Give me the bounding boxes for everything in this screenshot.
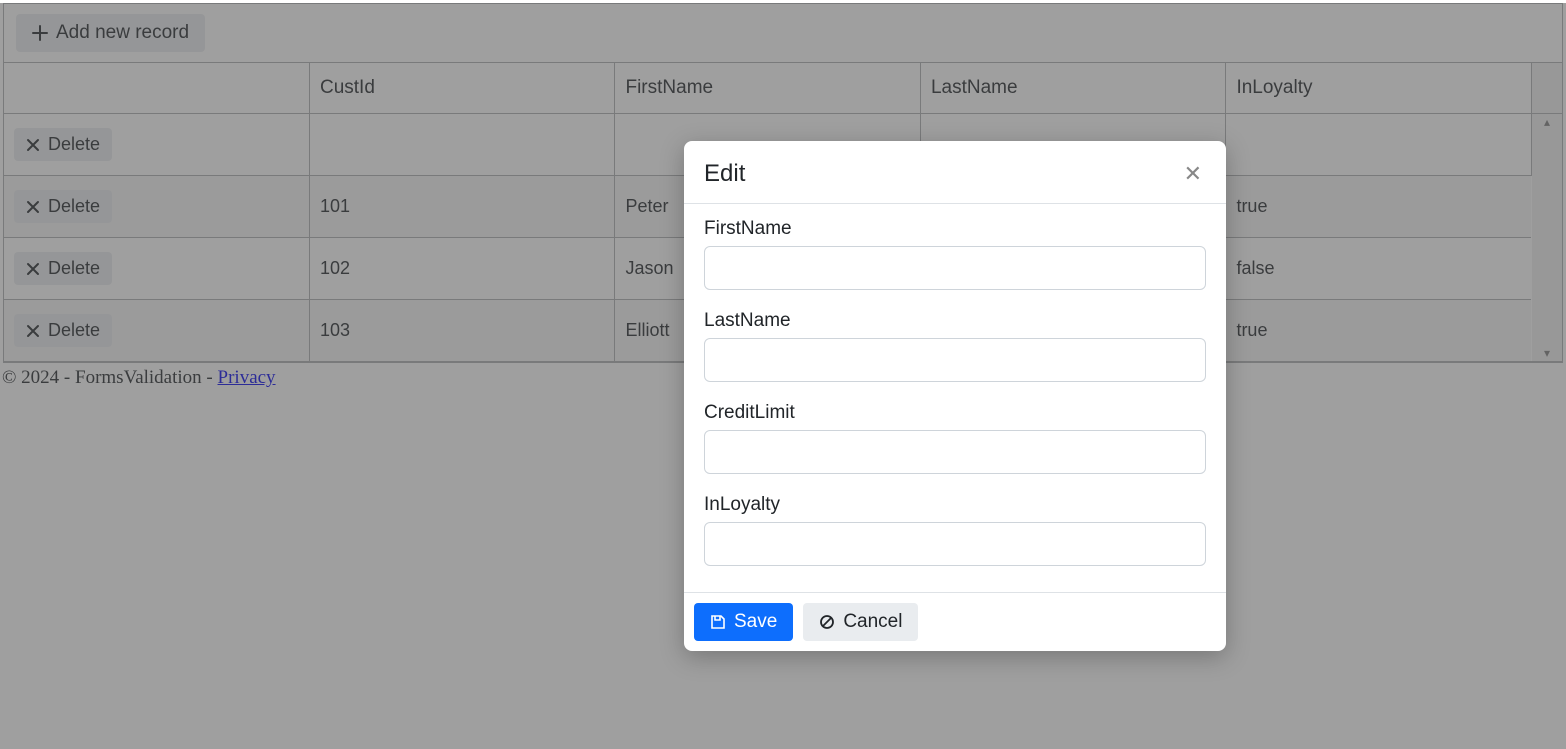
- creditlimit-label: CreditLimit: [704, 402, 1206, 424]
- inloyalty-label: InLoyalty: [704, 494, 1206, 516]
- save-label: Save: [734, 611, 777, 633]
- lastname-field[interactable]: [704, 338, 1206, 382]
- save-icon: [710, 614, 726, 630]
- cancel-button[interactable]: Cancel: [803, 603, 918, 641]
- dialog-title: Edit: [704, 160, 745, 188]
- dialog-footer: Save Cancel: [684, 592, 1226, 651]
- lastname-label: LastName: [704, 310, 1206, 332]
- dialog-body: FirstName LastName CreditLimit InLoyalty: [684, 204, 1226, 592]
- dialog-close-button[interactable]: ✕: [1180, 159, 1206, 189]
- save-button[interactable]: Save: [694, 603, 793, 641]
- cancel-icon: [819, 614, 835, 630]
- inloyalty-field[interactable]: [704, 522, 1206, 566]
- cancel-label: Cancel: [843, 611, 902, 633]
- edit-dialog: Edit ✕ FirstName LastName CreditLimit In…: [684, 141, 1226, 651]
- firstname-field[interactable]: [704, 246, 1206, 290]
- creditlimit-field[interactable]: [704, 430, 1206, 474]
- dialog-header: Edit ✕: [684, 141, 1226, 204]
- firstname-label: FirstName: [704, 218, 1206, 240]
- close-icon: ✕: [1184, 161, 1202, 186]
